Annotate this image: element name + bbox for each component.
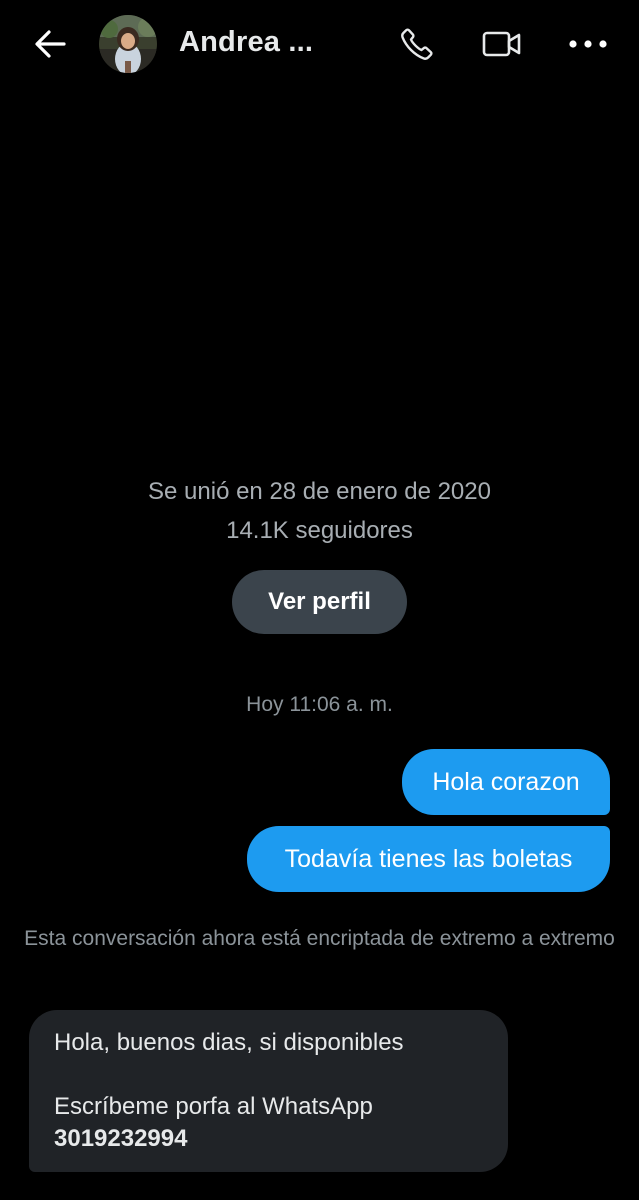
- arrow-left-icon: [35, 30, 66, 58]
- voice-call-button[interactable]: [393, 22, 441, 66]
- incoming-message-line: Hola, buenos dias, si disponibles: [54, 1029, 404, 1056]
- contact-name[interactable]: Andrea ...: [179, 26, 313, 59]
- outgoing-message[interactable]: Hola corazon: [402, 749, 610, 815]
- video-call-button[interactable]: [478, 22, 526, 66]
- video-camera-icon: [482, 31, 521, 57]
- join-date: Se unió en 28 de enero de 2020: [148, 478, 491, 505]
- incoming-message-line: Escríbeme porfa al WhatsApp: [54, 1093, 373, 1120]
- avatar[interactable]: [99, 15, 157, 73]
- more-dots-icon: [569, 40, 607, 48]
- view-profile-button[interactable]: Ver perfil: [232, 570, 407, 634]
- back-button[interactable]: [28, 24, 72, 64]
- conversation-header: Andrea ...: [0, 0, 639, 90]
- encryption-notice: Esta conversación ahora está encriptada …: [24, 927, 615, 950]
- outgoing-message[interactable]: Todavía tienes las boletas: [247, 826, 610, 892]
- phone-icon: [401, 28, 433, 60]
- follower-count: 14.1K seguidores: [226, 517, 413, 544]
- phone-number: 3019232994: [54, 1125, 188, 1152]
- message-timestamp: Hoy 11:06 a. m.: [246, 693, 393, 716]
- incoming-message[interactable]: Hola, buenos dias, si disponibles Escríb…: [29, 1010, 508, 1172]
- message-line-break: [54, 1059, 484, 1091]
- contact-avatar-image: [99, 15, 157, 73]
- more-options-button[interactable]: [564, 22, 612, 66]
